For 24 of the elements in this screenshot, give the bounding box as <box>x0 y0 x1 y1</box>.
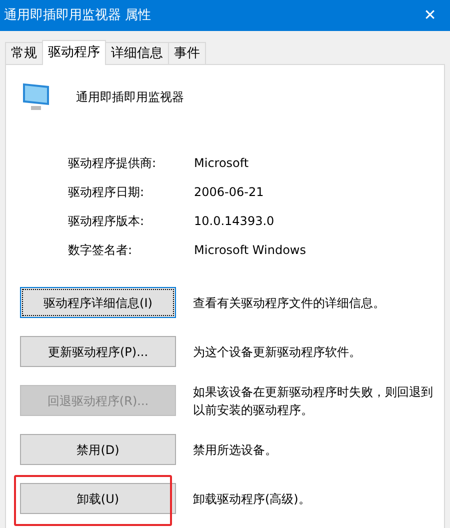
tab[interactable]: 常规 <box>5 42 43 64</box>
property-label: 驱动程序日期: <box>68 184 146 201</box>
action-description: 为这个设备更新驱动程序软件。 <box>193 344 362 360</box>
device-name: 通用即插即用监视器 <box>76 89 184 106</box>
tab[interactable]: 驱动程序 <box>42 40 106 65</box>
action-description: 如果该设备在更新驱动程序时失败，则回退到以前安装的驱动程序。 <box>193 384 434 418</box>
property-label: 数字签名者: <box>68 242 134 259</box>
action-button[interactable]: 更新驱动程序(P)... <box>20 336 176 367</box>
action-description: 禁用所选设备。 <box>193 442 278 458</box>
window-title: 通用即插即用监视器 属性 <box>4 6 152 25</box>
close-button[interactable]: ✕ <box>410 0 450 31</box>
property-label: 驱动程序版本: <box>68 213 146 230</box>
action-button[interactable]: 驱动程序详细信息(I) <box>20 287 176 318</box>
property-label: 驱动程序提供商: <box>68 155 158 172</box>
property-value: 10.0.14393.0 <box>194 213 276 230</box>
action-description: 卸载驱动程序(高级)。 <box>193 490 312 508</box>
monitor-icon <box>20 81 52 113</box>
action-button[interactable]: 卸载(U) <box>20 483 176 514</box>
action-button[interactable]: 禁用(D) <box>20 434 176 465</box>
property-value: Microsoft Windows <box>194 242 307 259</box>
property-value: Microsoft <box>194 155 250 172</box>
action-description: 查看有关驱动程序文件的详细信息。 <box>193 294 386 312</box>
property-value: 2006-06-21 <box>194 184 265 201</box>
tab[interactable]: 事件 <box>168 42 206 64</box>
